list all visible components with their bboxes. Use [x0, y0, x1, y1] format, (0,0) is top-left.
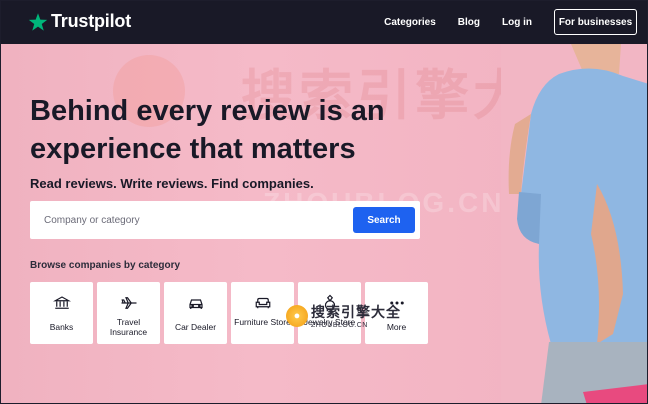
hero-headline: Behind every review is an experience tha…: [30, 95, 385, 165]
bank-icon: [52, 296, 71, 309]
star-icon: [28, 12, 48, 31]
nav-link-login[interactable]: Log in: [502, 17, 532, 28]
watermark-badge: ● 搜索引擎大全 ZHOUBLOG.CN: [286, 302, 401, 329]
hero-person-image: [501, 44, 647, 403]
search-button[interactable]: Search: [353, 207, 415, 233]
category-car-dealer[interactable]: Car Dealer: [164, 282, 227, 344]
category-label: Car Dealer: [174, 322, 217, 332]
nav-link-blog[interactable]: Blog: [458, 17, 480, 28]
category-label: Travel Insurance: [109, 317, 148, 337]
brand-name: Trustpilot: [51, 11, 131, 31]
top-nav: Trustpilot Categories Blog Log in For bu…: [1, 1, 647, 44]
watermark-badge-title: 搜索引擎大全: [311, 305, 401, 321]
search-bar: Search: [30, 201, 420, 239]
category-banks[interactable]: Banks: [30, 282, 93, 344]
category-label: Furniture Store: [234, 317, 291, 327]
sofa-icon: [255, 297, 270, 309]
nav-link-categories[interactable]: Categories: [384, 17, 436, 28]
car-icon: [188, 299, 203, 309]
watermark-badge-icon: ●: [286, 304, 308, 327]
nav-links: Categories Blog Log in For businesses: [384, 9, 637, 35]
browse-categories-label: Browse companies by category: [30, 260, 181, 271]
page: 搜索引擎大全 ZHOUBLOG.CN Trustpilot Categories…: [0, 0, 648, 404]
airplane-icon: [120, 297, 136, 309]
category-label: Banks: [49, 322, 74, 332]
brand-logo[interactable]: Trustpilot: [28, 11, 131, 32]
search-input[interactable]: [30, 201, 353, 239]
category-travel-insurance[interactable]: Travel Insurance: [97, 282, 160, 344]
for-businesses-button[interactable]: For businesses: [554, 9, 637, 35]
category-furniture-store[interactable]: Furniture Store: [231, 282, 294, 344]
hero-subheadline: Read reviews. Write reviews. Find compan…: [30, 176, 314, 191]
watermark-badge-url: ZHOUBLOG.CN: [311, 322, 368, 329]
